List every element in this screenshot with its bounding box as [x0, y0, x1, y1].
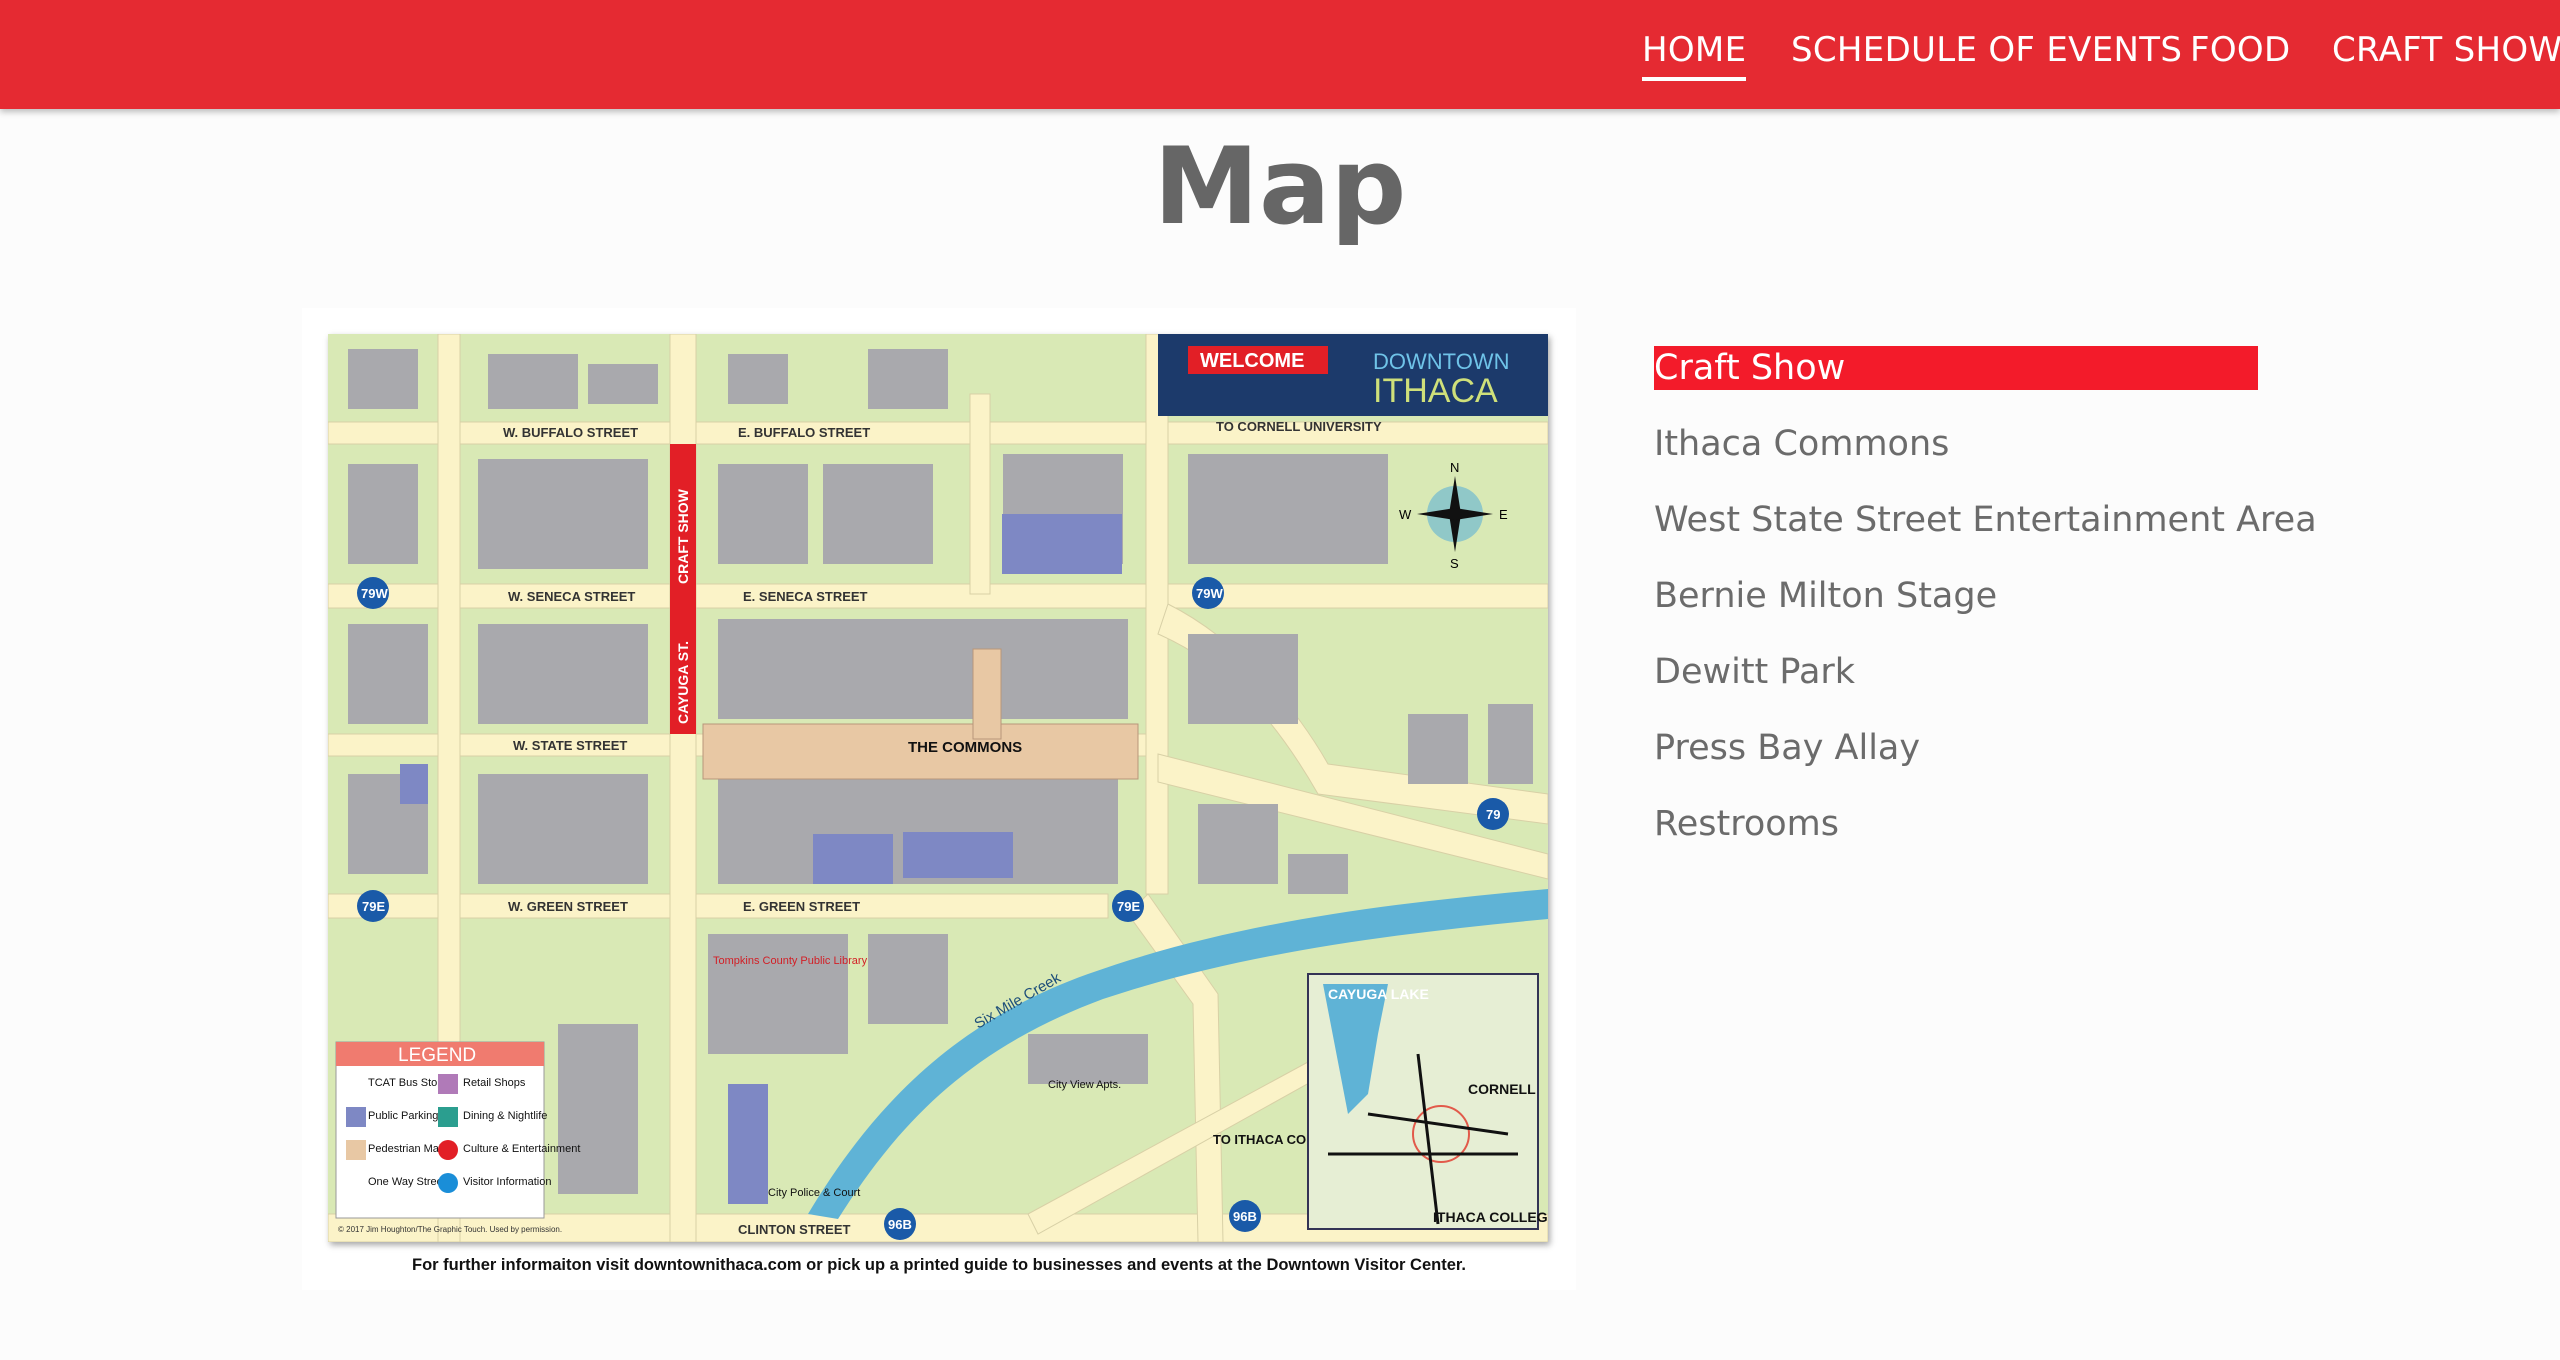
svg-text:W: W [1399, 507, 1412, 522]
location-press-bay-allay[interactable]: Press Bay Allay [1654, 726, 2258, 770]
svg-text:79E: 79E [362, 899, 385, 914]
svg-text:79W: 79W [361, 586, 388, 601]
svg-text:CAYUGA LAKE: CAYUGA LAKE [1328, 986, 1429, 1002]
svg-text:One Way Street: One Way Street [368, 1176, 446, 1188]
map-label-e-green: E. GREEN STREET [743, 899, 860, 914]
map-banner-welcome: WELCOME [1200, 350, 1304, 372]
svg-text:79E: 79E [1117, 899, 1140, 914]
map-label-commons: THE COMMONS [908, 739, 1022, 756]
svg-text:ITHACA COLLEGE: ITHACA COLLEGE [1433, 1209, 1548, 1225]
svg-text:96B: 96B [1233, 1209, 1257, 1224]
nav-home-link[interactable]: HOME [1642, 28, 1747, 81]
inset-map: CAYUGA LAKE CORNELL ITHACA COLLEGE [1307, 973, 1548, 1230]
svg-text:Pedestrian Mall: Pedestrian Mall [368, 1143, 444, 1155]
map-label-craft-show: CRAFT SHOW [675, 488, 691, 584]
map-label-city-police: City Police & Court [768, 1187, 860, 1199]
downtown-map[interactable]: W. BUFFALO STREET E. BUFFALO STREET W. S… [328, 334, 1548, 1242]
map-label-library: Tompkins County Public Library [713, 955, 868, 967]
svg-text:Retail Shops: Retail Shops [463, 1077, 526, 1089]
map-banner-ithaca: ITHACA [1373, 372, 1498, 410]
svg-text:E: E [1499, 507, 1508, 522]
page-title: Map [1153, 125, 1407, 248]
top-navbar: HOME SCHEDULE OF EVENTS FOOD CRAFT SHOW [0, 0, 2560, 109]
location-restrooms[interactable]: Restrooms [1654, 802, 2258, 846]
location-craft-show[interactable]: Craft Show [1654, 346, 2258, 390]
location-dewitt-park[interactable]: Dewitt Park [1654, 650, 2258, 694]
svg-text:Dining & Nightlife: Dining & Nightlife [463, 1110, 547, 1122]
map-caption: For further informaiton visit downtownit… [412, 1256, 1466, 1274]
svg-text:Culture & Entertainment: Culture & Entertainment [463, 1143, 580, 1155]
map-label-w-buffalo: W. BUFFALO STREET [503, 425, 638, 440]
map-label-city-view: City View Apts. [1048, 1079, 1121, 1091]
svg-text:N: N [1450, 460, 1459, 475]
nav-food-link[interactable]: FOOD [2190, 28, 2290, 72]
location-ithaca-commons[interactable]: Ithaca Commons [1654, 422, 2258, 466]
map-label-e-buffalo: E. BUFFALO STREET [738, 425, 870, 440]
map-label-clinton: CLINTON STREET [738, 1222, 850, 1237]
map-label-e-seneca: E. SENECA STREET [743, 589, 868, 604]
map-label-w-seneca: W. SENECA STREET [508, 589, 635, 604]
svg-text:Visitor Information: Visitor Information [463, 1176, 551, 1188]
svg-text:LEGEND: LEGEND [398, 1045, 476, 1066]
nav-craft-show-link[interactable]: CRAFT SHOW [2332, 28, 2560, 72]
map-legend: LEGEND TCAT Bus Stop Retail Shops Public… [335, 1041, 580, 1234]
location-list: Craft Show Ithaca Commons West State Str… [1654, 346, 2317, 878]
map-card: W. BUFFALO STREET E. BUFFALO STREET W. S… [302, 308, 1576, 1290]
svg-text:S: S [1450, 556, 1459, 571]
map-label-cayuga-st: CAYUGA ST. [675, 641, 691, 724]
svg-text:79W: 79W [1196, 586, 1223, 601]
svg-text:96B: 96B [888, 1217, 912, 1232]
location-west-state-street[interactable]: West State Street Entertainment Area [1654, 498, 2317, 542]
svg-text:TCAT Bus Stop: TCAT Bus Stop [368, 1077, 443, 1089]
svg-text:© 2017 Jim Houghton/The Graphi: © 2017 Jim Houghton/The Graphic Touch. U… [338, 1225, 562, 1234]
map-label-w-state: W. STATE STREET [513, 738, 627, 753]
svg-text:Public Parking: Public Parking [368, 1110, 438, 1122]
nav-schedule-link[interactable]: SCHEDULE OF EVENTS [1791, 28, 2182, 72]
location-bernie-milton-stage[interactable]: Bernie Milton Stage [1654, 574, 2258, 618]
map-label-w-green: W. GREEN STREET [508, 899, 628, 914]
map-label-to-cornell: TO CORNELL UNIVERSITY [1216, 419, 1382, 434]
svg-text:CORNELL: CORNELL [1468, 1081, 1536, 1097]
svg-text:79: 79 [1486, 807, 1500, 822]
map-banner-downtown: DOWNTOWN [1373, 349, 1509, 374]
